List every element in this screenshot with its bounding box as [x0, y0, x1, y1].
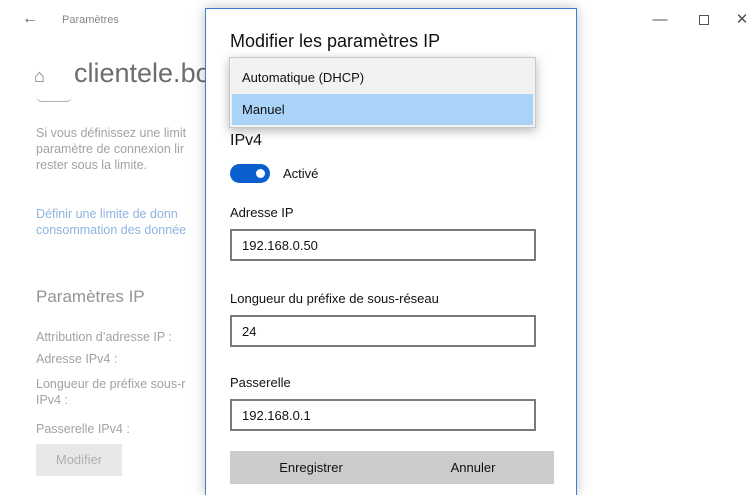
subnet-prefix-label: Longueur du préfixe de sous-réseau	[230, 291, 439, 306]
data-limit-description: Si vous définissez une limit paramètre d…	[36, 126, 187, 172]
page-heading: clientele.bo	[74, 58, 211, 88]
ipv4-prefix-label: Longueur de préfixe sous-r IPv4 :	[36, 377, 186, 407]
app-title: Paramètres	[62, 14, 119, 26]
ip-assignment-label: Attribution d’adresse IP :	[36, 330, 172, 344]
ip-address-label: Adresse IP	[230, 205, 294, 220]
ipv4-address-label: Adresse IPv4 :	[36, 352, 118, 366]
modify-button[interactable]: Modifier	[36, 444, 122, 476]
cancel-button[interactable]: Annuler	[392, 451, 554, 484]
set-data-limit-link[interactable]: Définir une limite de donn consommation …	[36, 206, 206, 238]
maximize-icon[interactable]	[694, 10, 714, 30]
dialog-title: Modifier les paramètres IP	[230, 31, 441, 51]
heading-decoration	[36, 96, 72, 102]
ipv4-toggle-label: Activé	[283, 166, 319, 181]
ip-mode-dropdown-list: Automatique (DHCP) Manuel	[229, 57, 536, 128]
ipv4-gateway-label: Passerelle IPv4 :	[36, 422, 130, 436]
subnet-prefix-input[interactable]	[230, 315, 536, 347]
toggle-knob	[256, 169, 265, 178]
home-icon[interactable]: ⌂	[34, 66, 45, 87]
close-icon[interactable]: ✕	[732, 10, 752, 30]
ip-settings-title: Paramètres IP	[36, 287, 145, 306]
ipv4-heading: IPv4	[230, 132, 263, 149]
save-button[interactable]: Enregistrer	[230, 451, 392, 484]
minimize-icon[interactable]: —	[650, 10, 670, 30]
dropdown-option-dhcp[interactable]: Automatique (DHCP)	[232, 62, 533, 93]
back-arrow-icon[interactable]: ←	[22, 10, 38, 28]
gateway-input[interactable]	[230, 399, 536, 431]
gateway-label: Passerelle	[230, 375, 291, 390]
ip-address-input[interactable]	[230, 229, 536, 261]
ipv4-toggle[interactable]	[230, 164, 270, 183]
dropdown-option-manual[interactable]: Manuel	[232, 94, 533, 125]
